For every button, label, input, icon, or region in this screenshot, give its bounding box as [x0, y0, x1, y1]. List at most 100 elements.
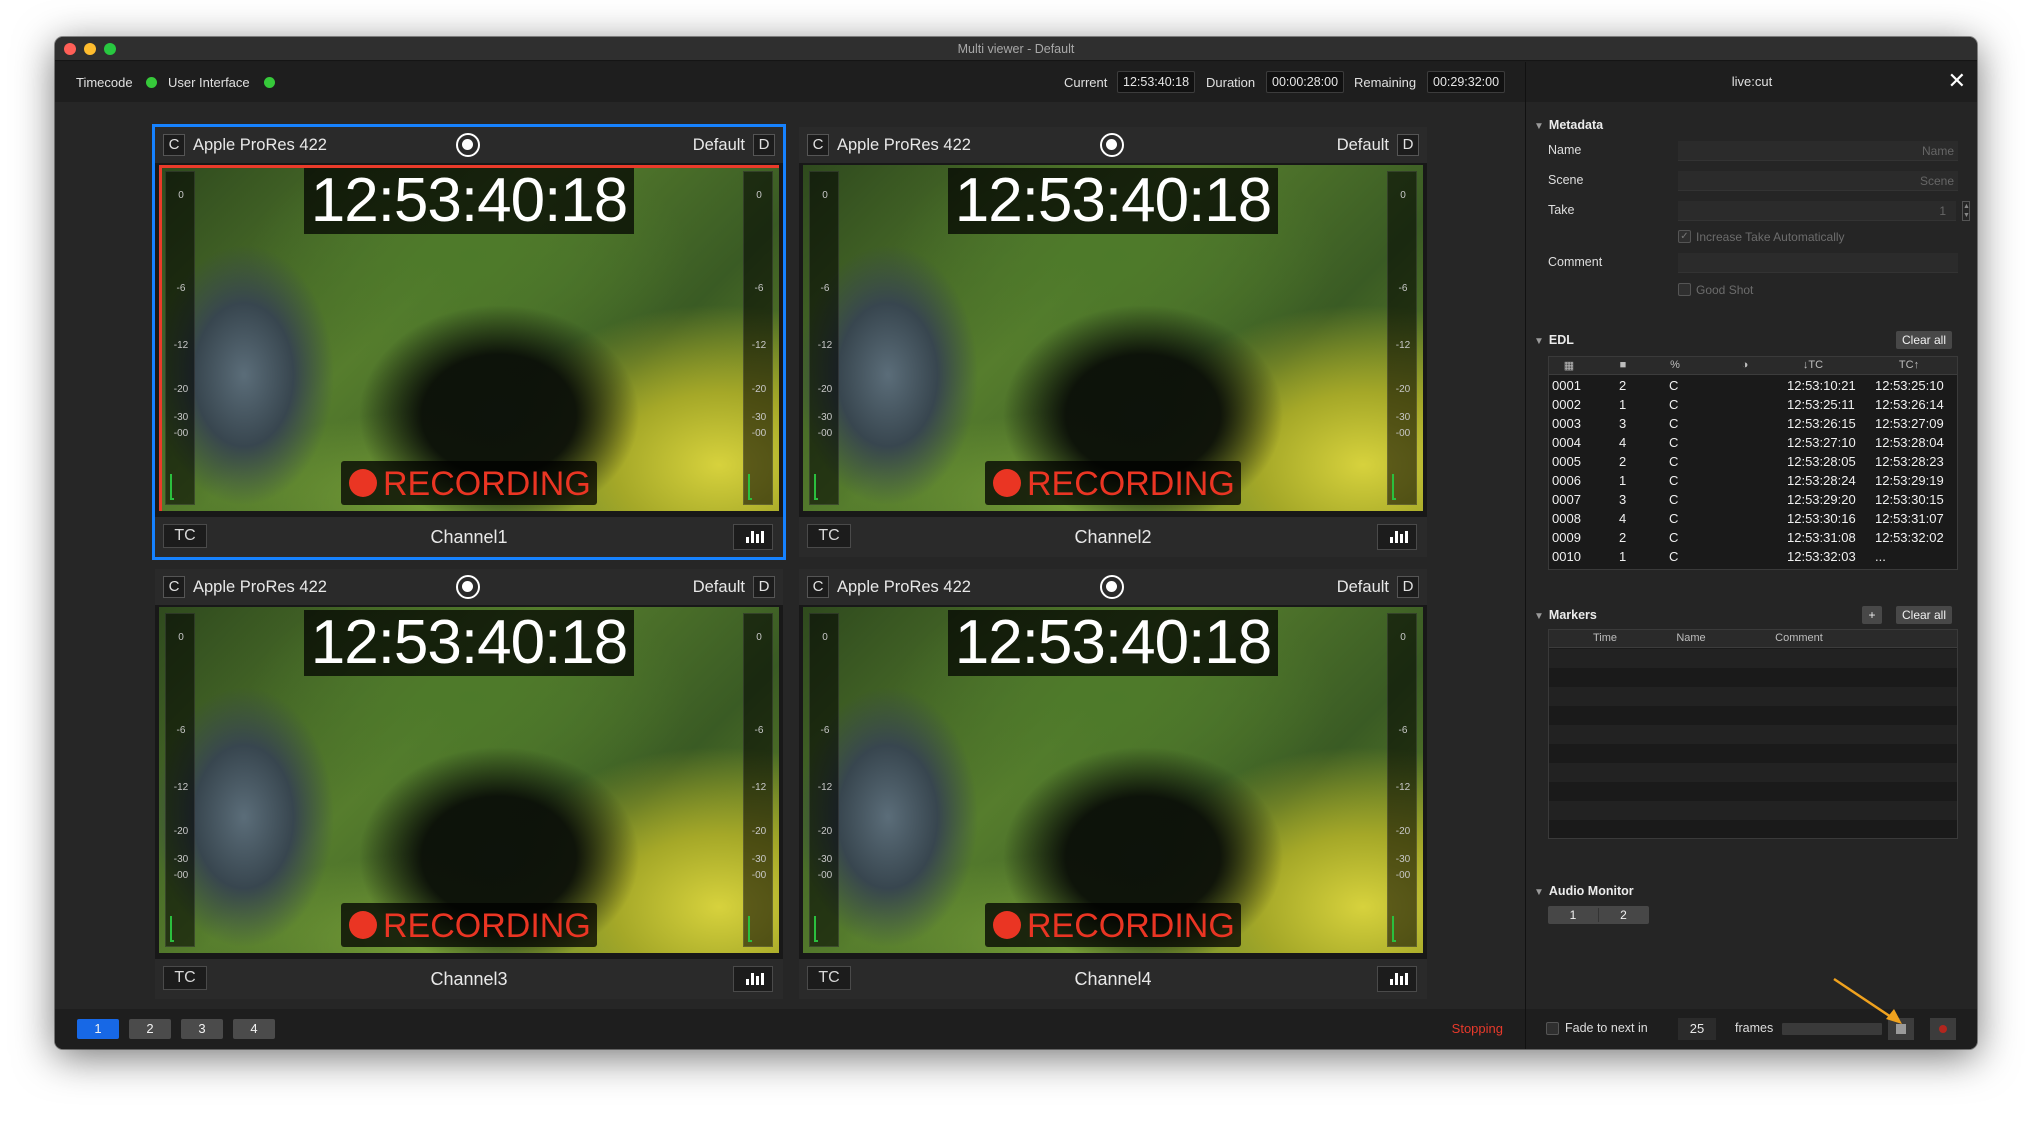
meter-tick-label: -30: [817, 412, 833, 423]
marker-row[interactable]: [1549, 687, 1957, 706]
d-chip[interactable]: D: [753, 576, 775, 598]
edl-row[interactable]: 0004 4 C 12:53:27:10 12:53:28:04: [1549, 433, 1957, 452]
meter-level-indicator: [1392, 916, 1396, 942]
audio-bars-icon[interactable]: [1377, 966, 1417, 992]
audio-bars-icon[interactable]: [1377, 524, 1417, 550]
comment-input[interactable]: [1678, 253, 1958, 273]
take-input[interactable]: 1: [1678, 201, 1956, 221]
edl-event-id: 0009: [1552, 530, 1581, 545]
marker-row[interactable]: [1549, 801, 1957, 820]
marker-row[interactable]: [1549, 706, 1957, 725]
edl-event-id: 0004: [1552, 435, 1581, 450]
audio-channel-1-button[interactable]: 1: [1548, 908, 1598, 922]
edl-transition: C: [1669, 378, 1679, 393]
edl-camera: 3: [1619, 492, 1627, 507]
meter-tick-label: 0: [1400, 632, 1406, 643]
scene-input[interactable]: Scene: [1678, 171, 1958, 191]
edl-tc-in: 12:53:29:20: [1787, 492, 1856, 507]
edl-camera: 2: [1619, 454, 1627, 469]
meter-tick-label: -12: [173, 782, 189, 793]
close-icon[interactable]: ✕: [1948, 68, 1966, 94]
record-toggle-icon[interactable]: [456, 575, 480, 599]
edl-row[interactable]: 0002 1 C 12:53:25:11 12:53:26:14: [1549, 395, 1957, 414]
marker-row[interactable]: [1549, 668, 1957, 687]
page-4-button[interactable]: 4: [233, 1019, 275, 1039]
video-preview[interactable]: 0 -6 -12 -20 -30 -00 0 -6 -12 -20 -30 -00 12:53:40…: [803, 607, 1423, 953]
edl-camera: 4: [1619, 435, 1627, 450]
name-input[interactable]: Name: [1678, 141, 1958, 161]
edl-camera: 1: [1619, 397, 1627, 412]
video-preview[interactable]: 0 -6 -12 -20 -30 -00 0 -6 -12 -20 -30 -00 12:53:40…: [159, 165, 779, 511]
good-shot-checkbox[interactable]: [1678, 283, 1691, 296]
d-chip[interactable]: D: [1397, 134, 1419, 156]
c-chip[interactable]: C: [163, 576, 185, 598]
marker-row[interactable]: [1549, 725, 1957, 744]
edl-tc-in: 12:53:31:08: [1787, 530, 1856, 545]
markers-section-header[interactable]: ▼ Markers: [1534, 608, 1597, 622]
meter-tick-label: 0: [178, 632, 184, 643]
channel-tile-2[interactable]: C Apple ProRes 422 Default D 0 -6 -12 -20 -3…: [799, 127, 1427, 557]
recording-status: Stopping: [1451, 1021, 1503, 1036]
edl-col-tc-in: ↓TC: [1802, 359, 1824, 371]
increase-take-checkbox[interactable]: ✓: [1678, 230, 1691, 243]
c-chip[interactable]: C: [807, 576, 829, 598]
edl-tc-out: 12:53:26:14: [1875, 397, 1944, 412]
metadata-heading: Metadata: [1548, 118, 1604, 132]
preset-label: Default: [692, 578, 745, 596]
meter-tick-label: -00: [1395, 870, 1411, 881]
record-toggle-icon[interactable]: [1100, 133, 1124, 157]
timecode-overlay: 12:53:40:18: [304, 610, 634, 676]
edl-row[interactable]: 0009 2 C 12:53:31:08 12:53:32:02: [1549, 528, 1957, 547]
edl-row[interactable]: 0006 1 C 12:53:28:24 12:53:29:19: [1549, 471, 1957, 490]
edl-row[interactable]: 0001 2 C 12:53:10:21 12:53:25:10: [1549, 376, 1957, 395]
audio-channel-2-button[interactable]: 2: [1598, 908, 1648, 922]
edl-row[interactable]: 0007 3 C 12:53:29:20 12:53:30:15: [1549, 490, 1957, 509]
edl-transition: C: [1669, 530, 1679, 545]
markers-clear-all-button[interactable]: Clear all: [1896, 606, 1953, 624]
take-stepper[interactable]: ▲ ▼: [1962, 201, 1970, 221]
d-chip[interactable]: D: [753, 134, 775, 156]
audio-bars-icon[interactable]: [733, 966, 773, 992]
fade-checkbox[interactable]: [1546, 1022, 1559, 1035]
meter-tick-label: 0: [756, 632, 762, 643]
edl-row[interactable]: 0008 4 C 12:53:30:16 12:53:31:07: [1549, 509, 1957, 528]
video-preview[interactable]: 0 -6 -12 -20 -30 -00 0 -6 -12 -20 -30 -00 12:53:40…: [803, 165, 1423, 511]
edl-clear-all-button[interactable]: Clear all: [1896, 331, 1953, 349]
edl-row[interactable]: 0003 3 C 12:53:26:15 12:53:27:09: [1549, 414, 1957, 433]
meter-tick-label: -6: [1398, 283, 1408, 294]
marker-row[interactable]: [1549, 744, 1957, 763]
meter-tick-label: -00: [751, 870, 767, 881]
meter-tick-label: -12: [1395, 340, 1411, 351]
edl-row[interactable]: 0005 2 C 12:53:28:05 12:53:28:23: [1549, 452, 1957, 471]
meter-tick-label: -30: [173, 854, 189, 865]
edl-row[interactable]: 0010 1 C 12:53:32:03 ...: [1549, 547, 1957, 566]
metadata-section-header[interactable]: ▼ Metadata: [1534, 118, 1603, 132]
frames-input[interactable]: 25: [1678, 1018, 1716, 1040]
meter-tick-label: -6: [754, 725, 764, 736]
page-1-button[interactable]: 1: [77, 1019, 119, 1039]
c-chip[interactable]: C: [163, 134, 185, 156]
channel-tile-4[interactable]: C Apple ProRes 422 Default D 0 -6 -12 -20 -3…: [799, 569, 1427, 999]
record-toggle-icon[interactable]: [1100, 575, 1124, 599]
d-chip[interactable]: D: [1397, 576, 1419, 598]
marker-row[interactable]: [1549, 782, 1957, 801]
edl-camera: 4: [1619, 511, 1627, 526]
edl-section-header[interactable]: ▼ EDL: [1534, 333, 1574, 347]
meter-tick-label: -20: [817, 826, 833, 837]
marker-row[interactable]: [1549, 649, 1957, 668]
recording-badge: RECORDING: [341, 903, 597, 947]
record-toggle-icon[interactable]: [456, 133, 480, 157]
record-button[interactable]: [1930, 1018, 1956, 1040]
timecode-overlay: 12:53:40:18: [948, 610, 1278, 676]
c-chip[interactable]: C: [807, 134, 829, 156]
channel-tile-1[interactable]: C Apple ProRes 422 Default D 0 -6 -12 -20 -3…: [155, 127, 783, 557]
edl-tc-in: 12:53:30:16: [1787, 511, 1856, 526]
page-2-button[interactable]: 2: [129, 1019, 171, 1039]
marker-row[interactable]: [1549, 763, 1957, 782]
page-3-button[interactable]: 3: [181, 1019, 223, 1039]
video-preview[interactable]: 0 -6 -12 -20 -30 -00 0 -6 -12 -20 -30 -00 12:53:40…: [159, 607, 779, 953]
audio-bars-icon[interactable]: [733, 524, 773, 550]
channel-tile-3[interactable]: C Apple ProRes 422 Default D 0 -6 -12 -20 -3…: [155, 569, 783, 999]
add-marker-button[interactable]: +: [1862, 606, 1882, 624]
audio-monitor-section-header[interactable]: ▼ Audio Monitor: [1534, 884, 1634, 898]
